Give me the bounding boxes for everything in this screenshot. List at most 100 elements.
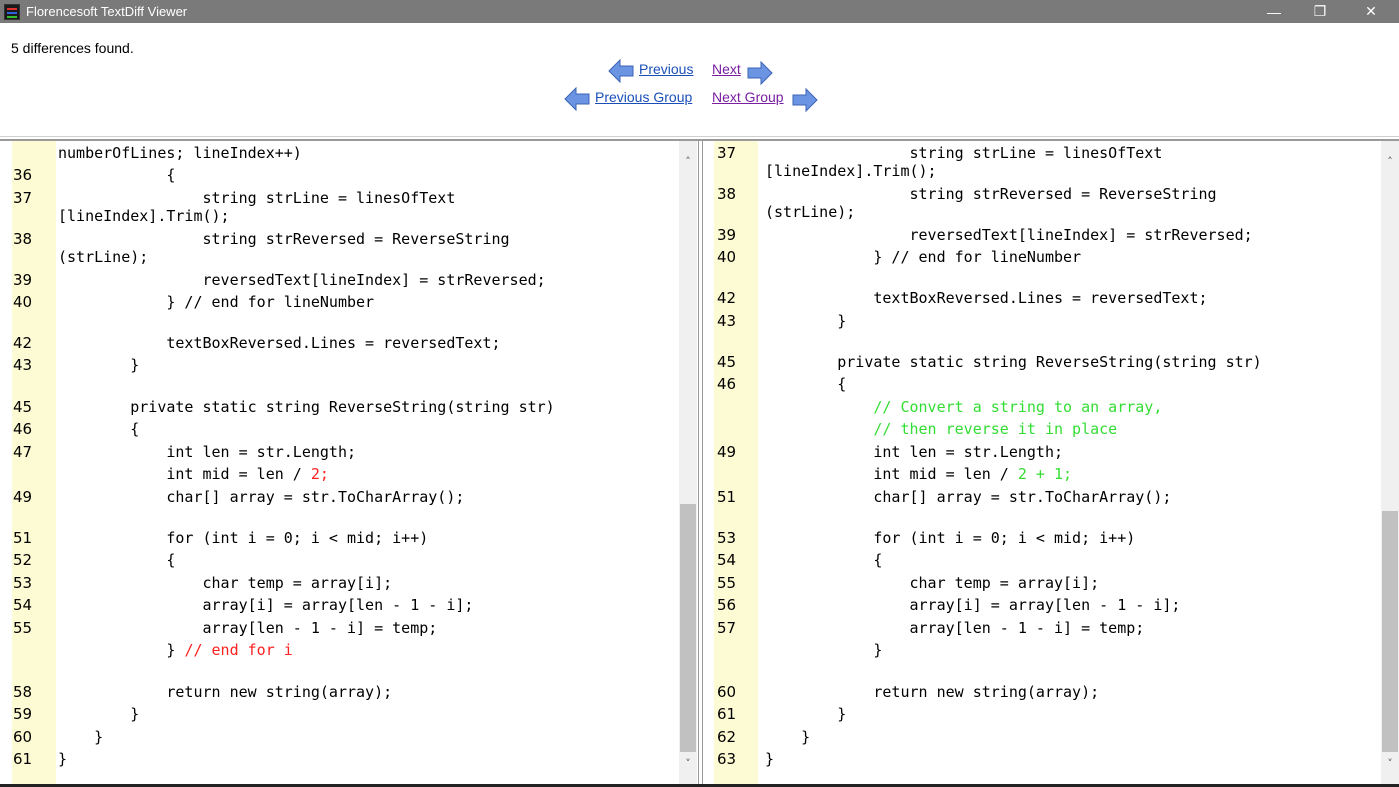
scroll-down-icon[interactable]: ˅ <box>679 755 697 771</box>
scroll-up-icon[interactable]: ˄ <box>679 153 697 169</box>
code-text: string strLine = linesOfText <box>765 144 1163 162</box>
code-line: int mid = len / 2; <box>58 465 329 483</box>
line-number: 38 <box>717 185 737 203</box>
added-text: // Convert a string to an array, <box>873 398 1163 416</box>
code-text: reversedText[lineIndex] = strReversed; <box>58 271 546 289</box>
code-text: array[i] = array[len - 1 - i]; <box>765 596 1181 614</box>
code-line: } // end for i <box>58 641 293 659</box>
code-text: textBoxReversed.Lines = reversedText; <box>58 334 501 352</box>
code-text: (strLine); <box>58 248 149 266</box>
code-line: { <box>765 551 882 569</box>
title-bar: Florencesoft TextDiff Viewer — ❐ ✕ <box>0 0 1399 23</box>
code-line: // Convert a string to an array, <box>765 398 1162 416</box>
code-line: return new string(array); <box>765 683 1099 701</box>
scroll-down-icon[interactable]: ˅ <box>1381 755 1399 771</box>
code-text: char temp = array[i]; <box>58 574 393 592</box>
code-text: { <box>58 551 176 569</box>
code-text: array[len - 1 - i] = temp; <box>765 619 1145 637</box>
right-scrollbar[interactable]: ˄ ˅ <box>1381 141 1399 784</box>
code-line: return new string(array); <box>58 683 392 701</box>
line-number: 60 <box>717 683 737 701</box>
code-line: [lineIndex].Trim(); <box>58 207 230 225</box>
code-line: array[i] = array[len - 1 - i]; <box>765 596 1180 614</box>
code-line: (strLine); <box>58 248 148 266</box>
line-number: 47 <box>13 443 33 461</box>
next-group-link[interactable]: Next Group <box>712 89 784 105</box>
code-text: } // end for lineNumber <box>58 293 375 311</box>
minimize-button[interactable]: — <box>1251 0 1297 23</box>
line-number: 49 <box>717 443 737 461</box>
code-line: textBoxReversed.Lines = reversedText; <box>765 289 1207 307</box>
code-line: string strReversed = ReverseString <box>58 230 509 248</box>
line-number: 60 <box>13 728 33 746</box>
maximize-button[interactable]: ❐ <box>1297 0 1343 23</box>
code-text: { <box>765 375 847 393</box>
line-number: 51 <box>13 529 33 547</box>
line-number: 45 <box>13 398 33 416</box>
code-line: } <box>58 705 139 723</box>
code-line: array[len - 1 - i] = temp; <box>765 619 1144 637</box>
line-number: 61 <box>13 750 33 768</box>
line-number: 45 <box>717 353 737 371</box>
changed-text: // end for i <box>184 641 293 659</box>
app-logo-icon <box>4 3 20 20</box>
code-text: return new string(array); <box>765 683 1100 701</box>
line-number: 61 <box>717 705 737 723</box>
code-line: char temp = array[i]; <box>765 574 1099 592</box>
code-line: { <box>58 551 175 569</box>
code-line: } <box>765 705 846 723</box>
scroll-up-icon[interactable]: ˄ <box>1381 153 1399 169</box>
code-text: int mid = len / <box>765 465 1018 483</box>
code-text: reversedText[lineIndex] = strReversed; <box>765 226 1253 244</box>
window-title: Florencesoft TextDiff Viewer <box>26 4 188 19</box>
line-number: 46 <box>717 375 737 393</box>
previous-arrow-icon[interactable] <box>608 59 634 83</box>
left-file-pane[interactable]: numberOfLines; lineIndex++) 36 {37 string… <box>0 141 698 784</box>
code-line: } <box>58 750 67 768</box>
left-scrollbar[interactable]: ˄ ˅ <box>679 141 697 784</box>
code-text: } <box>58 750 68 768</box>
next-link[interactable]: Next <box>712 61 741 77</box>
previous-group-link[interactable]: Previous Group <box>595 89 692 105</box>
scroll-thumb[interactable] <box>680 504 696 752</box>
code-line: textBoxReversed.Lines = reversedText; <box>58 334 501 352</box>
previous-link[interactable]: Previous <box>639 61 693 77</box>
previous-group-arrow-icon[interactable] <box>564 87 590 111</box>
code-line: private static string ReverseString(stri… <box>765 353 1261 371</box>
code-line: char temp = array[i]; <box>58 574 392 592</box>
code-line: [lineIndex].Trim(); <box>765 162 937 180</box>
code-line: } <box>765 641 882 659</box>
code-text: } // end for lineNumber <box>765 248 1082 266</box>
diff-navigation: Previous Next Previous Group Next Group <box>0 58 1399 118</box>
code-line: char[] array = str.ToCharArray(); <box>765 488 1171 506</box>
code-line: char[] array = str.ToCharArray(); <box>58 488 464 506</box>
next-group-arrow-icon[interactable] <box>792 88 818 112</box>
differences-status: 5 differences found. <box>11 40 134 56</box>
code-line: } // end for lineNumber <box>58 293 374 311</box>
line-number: 63 <box>717 750 737 768</box>
code-text: int len = str.Length; <box>765 443 1064 461</box>
scroll-thumb[interactable] <box>1382 511 1398 752</box>
line-number: 40 <box>717 248 737 266</box>
line-number: 54 <box>717 551 737 569</box>
code-text: } <box>765 750 775 768</box>
line-number: 46 <box>13 420 33 438</box>
code-text: } <box>58 356 140 374</box>
code-line: array[len - 1 - i] = temp; <box>58 619 437 637</box>
right-file-pane[interactable]: 37 string strLine = linesOfText [lineInde… <box>703 141 1399 784</box>
line-number: 53 <box>13 574 33 592</box>
line-number: 54 <box>13 596 33 614</box>
line-number: 49 <box>13 488 33 506</box>
next-arrow-icon[interactable] <box>747 61 773 85</box>
code-line: } // end for lineNumber <box>765 248 1081 266</box>
line-number: 37 <box>717 144 737 162</box>
line-number: 39 <box>13 271 33 289</box>
code-line: numberOfLines; lineIndex++) <box>58 144 302 162</box>
added-text: // then reverse it in place <box>873 420 1118 438</box>
code-line: reversedText[lineIndex] = strReversed; <box>58 271 546 289</box>
close-button[interactable]: ✕ <box>1343 0 1399 23</box>
code-line: } <box>765 728 810 746</box>
code-text: { <box>58 420 140 438</box>
code-line: // then reverse it in place <box>765 420 1117 438</box>
